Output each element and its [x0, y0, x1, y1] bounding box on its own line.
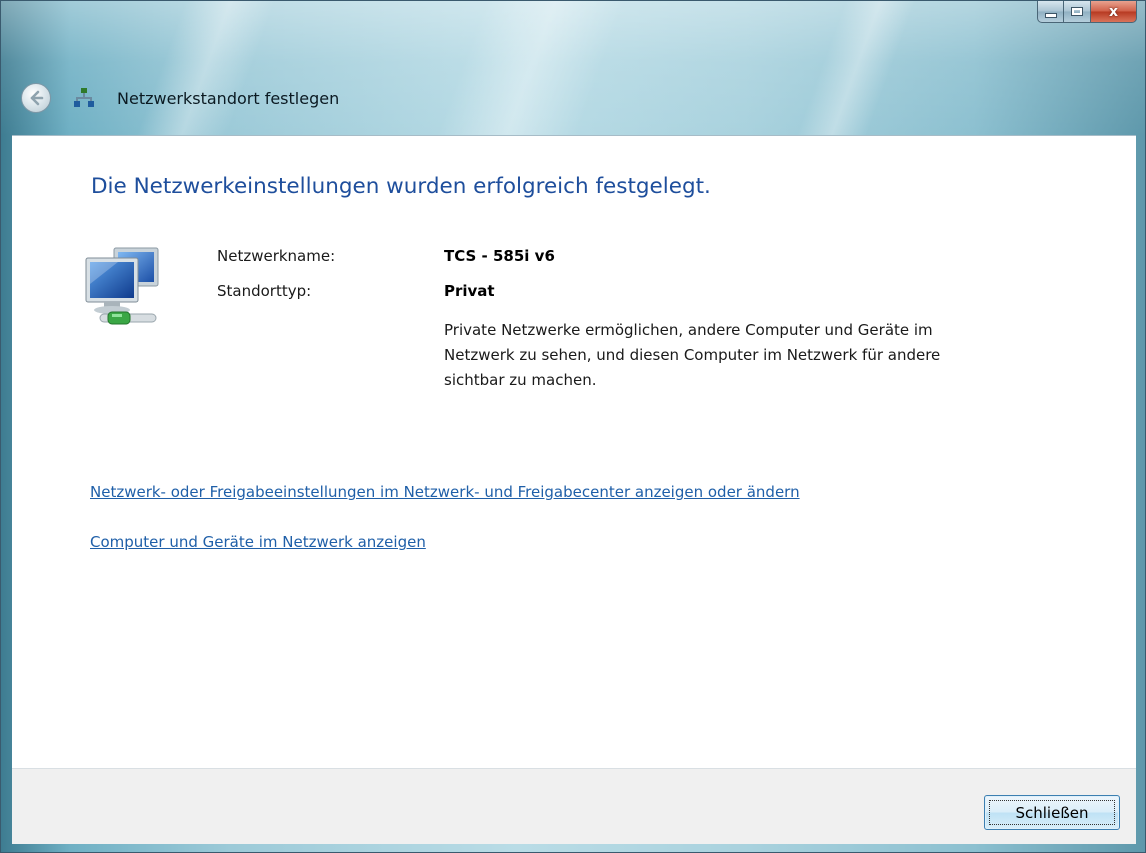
caption-buttons: x — [1037, 1, 1137, 23]
close-button-label: Schließen — [1015, 803, 1089, 822]
content-area: Die Netzwerkeinstellungen wurden erfolgr… — [12, 135, 1136, 769]
minimize-button[interactable] — [1037, 1, 1064, 23]
close-button[interactable]: Schließen — [984, 795, 1120, 830]
location-description: Private Netzwerke ermöglichen, andere Co… — [444, 321, 941, 389]
back-button[interactable] — [21, 83, 51, 113]
view-network-computers-link[interactable]: Computer und Geräte im Netzwerk anzeigen — [90, 533, 426, 551]
sharing-center-link[interactable]: Netzwerk- oder Freigabeeinstellungen im … — [90, 483, 800, 501]
minimize-icon — [1044, 12, 1057, 18]
network-computers-icon — [85, 247, 159, 325]
dialog-footer: Schließen — [12, 768, 1136, 844]
network-name-value: TCS - 585i v6 — [444, 247, 555, 265]
maximize-button[interactable] — [1064, 1, 1091, 23]
network-icon — [71, 85, 97, 111]
glass-streak — [796, 1, 916, 136]
network-name-label: Netzwerkname: — [217, 247, 336, 265]
location-type-value: Privat — [444, 282, 495, 300]
close-icon: x — [1108, 3, 1119, 20]
window-title: Netzwerkstandort festlegen — [117, 88, 340, 108]
glass-streak — [436, 1, 626, 136]
close-window-button[interactable]: x — [1091, 1, 1137, 23]
header-bar: Netzwerkstandort festlegen — [1, 73, 339, 123]
maximize-icon — [1071, 7, 1083, 16]
location-type-label: Standorttyp: — [217, 282, 312, 300]
back-arrow-icon — [30, 90, 44, 106]
dialog-window: x Netzwerkstandort festlegen Die Netzwer… — [0, 0, 1146, 853]
page-heading: Die Netzwerkeinstellungen wurden erfolgr… — [91, 174, 711, 199]
